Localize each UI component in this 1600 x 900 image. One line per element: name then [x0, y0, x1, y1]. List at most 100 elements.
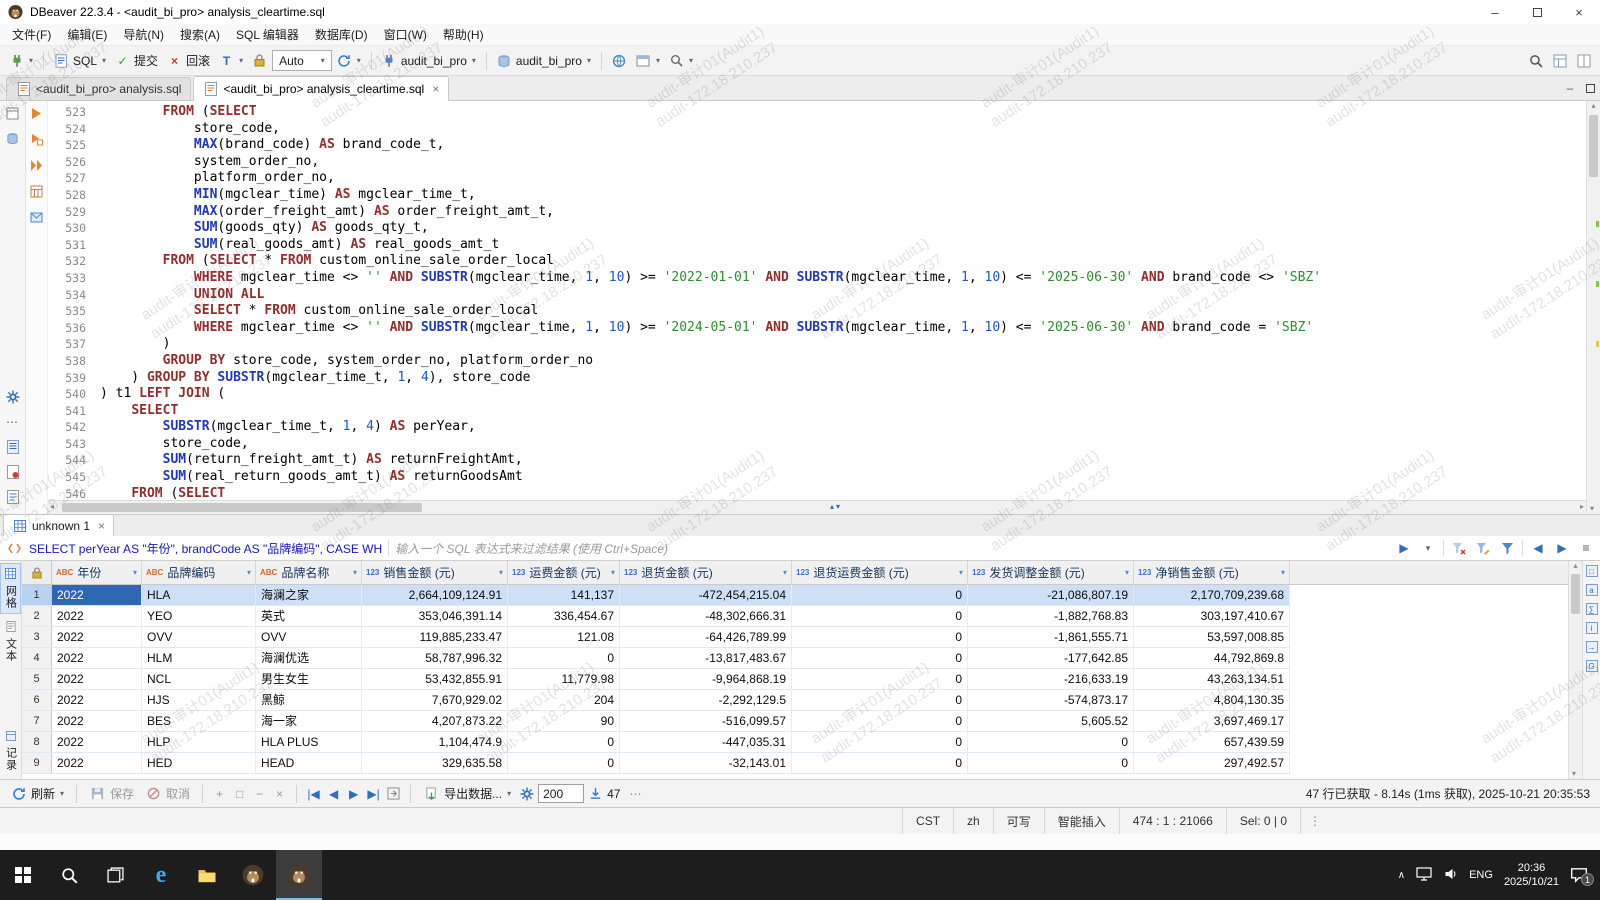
grid-cell[interactable]: 2022 [52, 690, 142, 710]
dbeaver-taskbar-icon-active[interactable] [276, 850, 322, 900]
grid-cell[interactable]: 海澜之家 [256, 585, 362, 605]
grid-cell[interactable]: 4,804,130.35 [1134, 690, 1290, 710]
dbeaver-taskbar-icon[interactable] [230, 850, 276, 900]
database-navigator-icon[interactable] [5, 131, 20, 146]
grid-cell[interactable]: 2022 [52, 669, 142, 689]
column-header-1[interactable]: ABC 年份 ▾ [52, 561, 142, 584]
cancel-button[interactable]: 取消 [141, 782, 194, 806]
filter-back-icon[interactable]: ◀ [1529, 539, 1547, 557]
open-perspective-button[interactable] [1548, 49, 1571, 73]
grid-view-tab[interactable]: 网格 [0, 563, 21, 614]
menu-item[interactable]: 文件(F) [4, 24, 59, 46]
grid-vscrollbar[interactable]: ▴ ▾ [1568, 561, 1582, 779]
grid-cell[interactable]: 0 [508, 753, 620, 773]
grid-cell[interactable]: 0 [968, 753, 1134, 773]
grid-cell[interactable]: -447,035.31 [620, 732, 792, 752]
filter-menu-icon[interactable]: ≡ [1577, 539, 1595, 557]
transaction-log-dropdown[interactable]: ▾ [333, 49, 365, 73]
row-number[interactable]: 3 [22, 627, 52, 647]
scroll-down-icon[interactable]: ▾ [1572, 769, 1576, 778]
menu-item[interactable]: SQL 编辑器 [228, 24, 307, 46]
taskbar-search-button[interactable] [46, 850, 92, 900]
sort-dropdown-icon[interactable]: ▾ [1125, 568, 1129, 577]
grid-cell[interactable]: 119,885,233.47 [362, 627, 508, 647]
execute-new-tab-icon[interactable] [29, 132, 44, 147]
grid-cell[interactable]: 0 [792, 732, 968, 752]
sort-dropdown-icon[interactable]: ▾ [959, 568, 963, 577]
clear-filter-icon[interactable] [1450, 539, 1468, 557]
code-text[interactable]: SUM(goods_qty) AS goods_qty_t, [100, 220, 429, 237]
goto-row-icon[interactable] [385, 785, 402, 802]
metadata-panel-icon[interactable]: i [1585, 622, 1598, 634]
sort-dropdown-icon[interactable]: ▾ [783, 568, 787, 577]
grid-cell[interactable]: 336,454.67 [508, 606, 620, 626]
grid-cell[interactable]: 0 [968, 732, 1134, 752]
row-number[interactable]: 9 [22, 753, 52, 773]
sql-editor-button[interactable]: SQL ▾ [50, 49, 110, 73]
editor-hscrollbar[interactable]: ◂ ▴▾ ▸ [48, 500, 1586, 514]
grid-cell[interactable]: -574,873.17 [968, 690, 1134, 710]
grid-cell[interactable]: 53,432,855.91 [362, 669, 508, 689]
row-number[interactable]: 7 [22, 711, 52, 731]
grid-cell[interactable]: 2022 [52, 711, 142, 731]
grid-cell[interactable]: 4,207,873.22 [362, 711, 508, 731]
grid-cell[interactable]: 0 [508, 732, 620, 752]
search-dropdown[interactable]: ▾ [665, 49, 697, 73]
row-number[interactable]: 5 [22, 669, 52, 689]
grid-cell[interactable]: -1,861,555.71 [968, 627, 1134, 647]
grid-cell[interactable]: 7,670,929.02 [362, 690, 508, 710]
grid-cell[interactable]: 0 [792, 627, 968, 647]
grid-cell[interactable]: HEAD [256, 753, 362, 773]
autocommit-combo[interactable]: Auto ▾ [272, 50, 332, 71]
sort-dropdown-icon[interactable]: ▾ [1281, 568, 1285, 577]
maximize-button[interactable] [1516, 0, 1558, 24]
minimize-button[interactable]: – [1474, 0, 1516, 24]
query-manager-icon[interactable] [5, 489, 20, 504]
code-text[interactable]: FROM (SELECT [100, 104, 257, 121]
column-header-3[interactable]: ABC 品牌名称 ▾ [256, 561, 362, 584]
edit-cell-icon[interactable]: × [271, 785, 288, 802]
grid-cell[interactable]: 0 [792, 669, 968, 689]
duplicate-row-icon[interactable]: □ [231, 785, 248, 802]
grid-cell[interactable]: 43,263,134.51 [1134, 669, 1290, 689]
code-text[interactable]: UNION ALL [100, 287, 264, 304]
grid-cell[interactable]: 0 [792, 711, 968, 731]
grid-cell[interactable]: -2,292,129.5 [620, 690, 792, 710]
grid-cell[interactable]: 黑鲸 [256, 690, 362, 710]
execute-statement-icon[interactable] [29, 106, 44, 121]
code-text[interactable]: platform_order_no, [100, 170, 335, 187]
editor-tab-analysis-cleartime[interactable]: <audit_bi_pro> analysis_cleartime.sql × [193, 76, 450, 101]
grid-settings-gear-icon[interactable] [518, 785, 535, 802]
grid-cell[interactable]: -216,633.19 [968, 669, 1134, 689]
grid-cell[interactable]: HLM [142, 648, 256, 668]
last-row-icon[interactable]: ▶| [365, 785, 382, 802]
previous-row-icon[interactable]: ◀ [325, 785, 342, 802]
add-row-icon[interactable]: + [211, 785, 228, 802]
grid-cell[interactable]: 11,779.98 [508, 669, 620, 689]
record-view-tab[interactable]: 记录 [0, 726, 21, 775]
connection-selector[interactable]: audit_bi_pro ▾ [378, 49, 480, 73]
grid-cell[interactable]: 0 [508, 648, 620, 668]
menu-item[interactable]: 编辑(E) [59, 24, 115, 46]
grid-cell[interactable]: YEO [142, 606, 256, 626]
grid-cell[interactable]: 海一家 [256, 711, 362, 731]
toggle-layout-button[interactable] [1572, 49, 1595, 73]
scroll-up-icon[interactable]: ▴ [1573, 561, 1577, 570]
grid-cell[interactable]: -516,099.57 [620, 711, 792, 731]
column-header-6[interactable]: 123 退货金额 (元) ▾ [620, 561, 792, 584]
sort-dropdown-icon[interactable]: ▾ [611, 568, 615, 577]
grid-cell[interactable]: 0 [792, 606, 968, 626]
network-icon[interactable] [1416, 866, 1432, 884]
scroll-right-icon[interactable]: ▸ [1580, 502, 1584, 511]
row-number[interactable]: 4 [22, 648, 52, 668]
grid-cell[interactable]: -64,426,789.99 [620, 627, 792, 647]
grid-cell[interactable]: 44,792,869.8 [1134, 648, 1290, 668]
grid-cell[interactable]: OVV [142, 627, 256, 647]
execute-script-icon[interactable] [29, 158, 44, 173]
edge-browser-icon[interactable]: e [138, 850, 184, 900]
text-view-tab[interactable]: 文本 [0, 617, 21, 666]
tray-expand-icon[interactable]: ∧ [1398, 870, 1405, 881]
grid-cell[interactable]: BES [142, 711, 256, 731]
sash-collapse-icons[interactable]: ▴▾ [830, 502, 842, 511]
code-text[interactable]: SUBSTR(mgclear_time_t, 1, 4) AS perYear, [100, 419, 476, 436]
